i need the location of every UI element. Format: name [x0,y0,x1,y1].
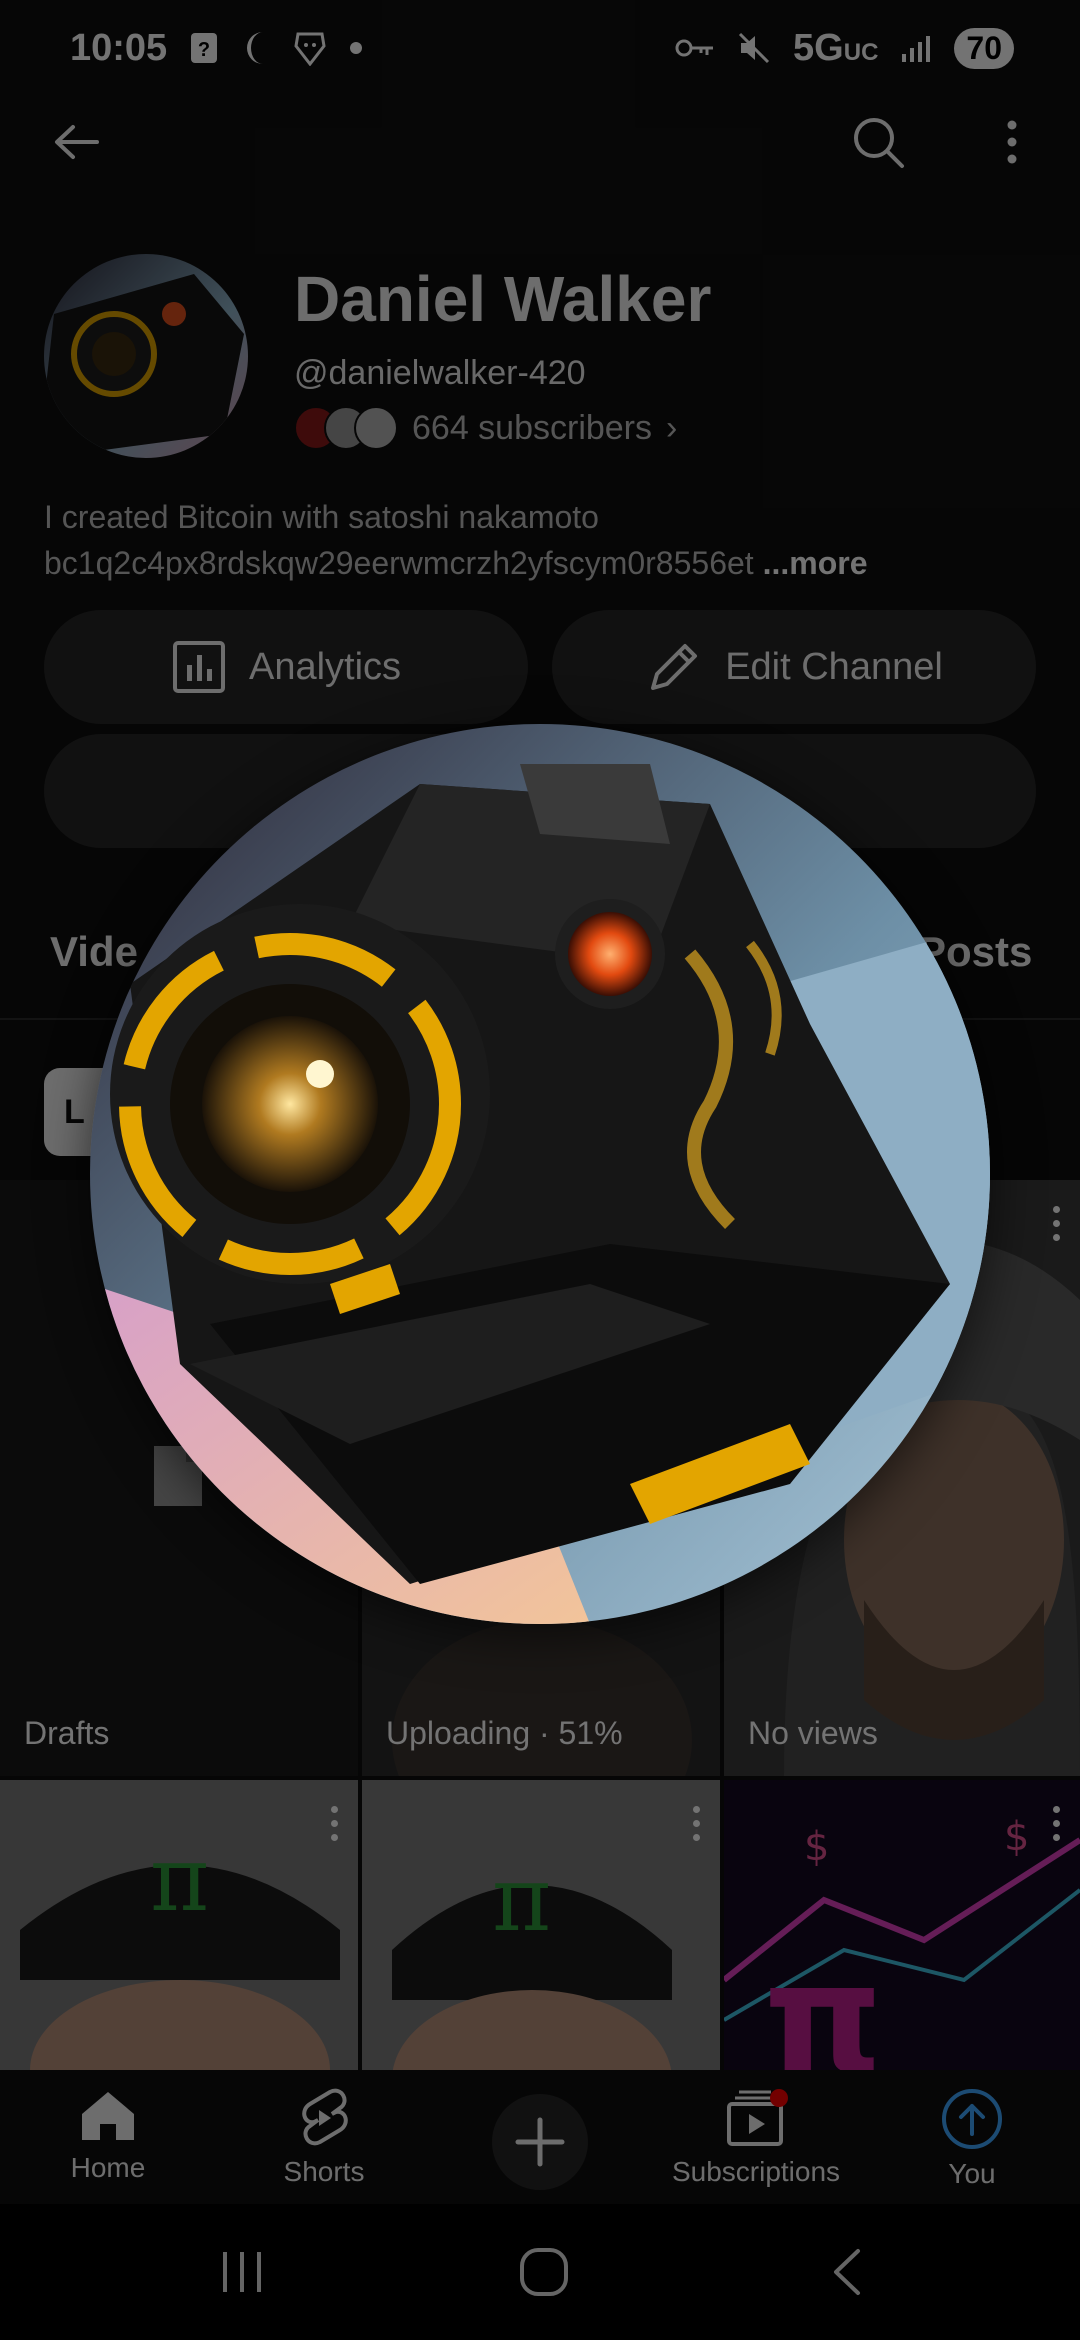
home-system-icon[interactable] [504,2244,584,2300]
channel-name: Daniel Walker [294,263,712,335]
enlarged-avatar-preview[interactable] [90,724,990,1624]
subscriber-avatar [354,406,398,450]
network-type: 5GUC [793,26,879,69]
analytics-button[interactable]: Analytics [44,610,528,724]
status-time: 10:05 [70,26,168,69]
more-vert-icon[interactable] [328,1806,340,1848]
home-icon [82,2092,134,2140]
status-right: 5GUC 70 [675,27,1014,70]
battery-indicator: 70 [954,27,1014,69]
bio-line: bc1q2c4px8rdskqw29eerwmcrzh2yfscym0r8556… [44,545,868,581]
nav-home[interactable]: Home [8,2088,208,2184]
svg-text:π: π [492,1847,551,1952]
you-icon [942,2089,1002,2149]
video-tile[interactable]: π [362,1780,720,2070]
svg-text:π: π [764,1932,883,2070]
channel-handle: @danielwalker-420 [294,354,586,392]
edit-channel-button[interactable]: Edit Channel [552,610,1036,724]
edit-channel-label: Edit Channel [725,645,943,688]
create-button[interactable] [440,2092,640,2192]
svg-text:$: $ [804,1824,829,1870]
more-vert-icon[interactable] [690,1806,702,1848]
svg-text:?: ? [198,39,210,61]
video-thumbnail: π [0,1780,358,2070]
status-left: 10:05 ? [70,27,363,70]
tab-videos[interactable]: Vide [50,928,138,976]
system-navigation [0,2204,1080,2340]
search-icon[interactable] [846,110,910,174]
plus-icon [492,2094,588,2190]
svg-text:π: π [150,1827,209,1932]
pencil-icon [651,644,698,690]
tile-label: No views [748,1715,878,1751]
nav-shorts[interactable]: Shorts [224,2088,424,2188]
signal-icon [900,34,932,62]
more-vert-icon[interactable] [1050,1206,1062,1248]
avatar-image [90,724,990,1624]
svg-text:$: $ [1004,1814,1029,1860]
video-tile[interactable]: π [0,1780,358,2070]
bio-line: I created Bitcoin with satoshi nakamoto [44,499,599,535]
unknown-app-icon: ? [189,31,219,65]
subscriber-avatars [294,406,398,450]
nav-subscriptions[interactable]: Subscriptions [656,2088,856,2188]
recent-apps-icon[interactable] [202,2244,282,2300]
channel-avatar[interactable] [44,254,248,458]
brave-lion-icon [293,30,327,66]
more-vert-icon[interactable] [1050,1806,1062,1848]
analytics-label: Analytics [248,645,402,688]
subscriptions-icon [727,2089,788,2146]
video-thumbnail: π $ $ [724,1780,1080,2070]
bottom-navigation: Home Shorts Subscriptions You [0,2070,1080,2204]
more-link[interactable]: ...more [763,545,868,581]
notification-dot-icon [349,41,363,55]
video-thumbnail: π [362,1780,720,2070]
shorts-icon [302,2088,348,2146]
mute-icon [737,31,771,65]
moon-icon [241,30,271,66]
video-tile[interactable]: π $ $ [724,1780,1080,2070]
vpn-key-icon [675,36,715,60]
nav-home-label: Home [70,2152,146,2183]
channel-header: Daniel Walker @danielwalker-420 664 subs… [44,250,1044,470]
top-app-bar [0,96,1080,188]
subscriber-row[interactable]: 664 subscribers › [294,406,677,450]
subscriber-count: 664 subscribers [412,408,653,447]
more-vert-icon[interactable] [980,110,1044,174]
back-arrow-icon[interactable] [44,110,108,174]
channel-description[interactable]: I created Bitcoin with satoshi nakamoto … [44,494,1044,586]
nav-subscriptions-label: Subscriptions [671,2156,841,2187]
channel-actions: Analytics Edit Channel [44,610,1036,724]
chevron-right-icon: › [666,408,678,447]
nav-you[interactable]: You [872,2088,1072,2190]
nav-shorts-label: Shorts [283,2156,365,2187]
nav-you-label: You [948,2158,996,2189]
status-bar: 10:05 ? 5GUC 70 [0,0,1080,96]
tile-label: Uploading · 51% [386,1715,623,1751]
analytics-icon [172,641,225,693]
tile-label: Drafts [24,1715,110,1751]
back-system-icon[interactable] [806,2244,886,2300]
